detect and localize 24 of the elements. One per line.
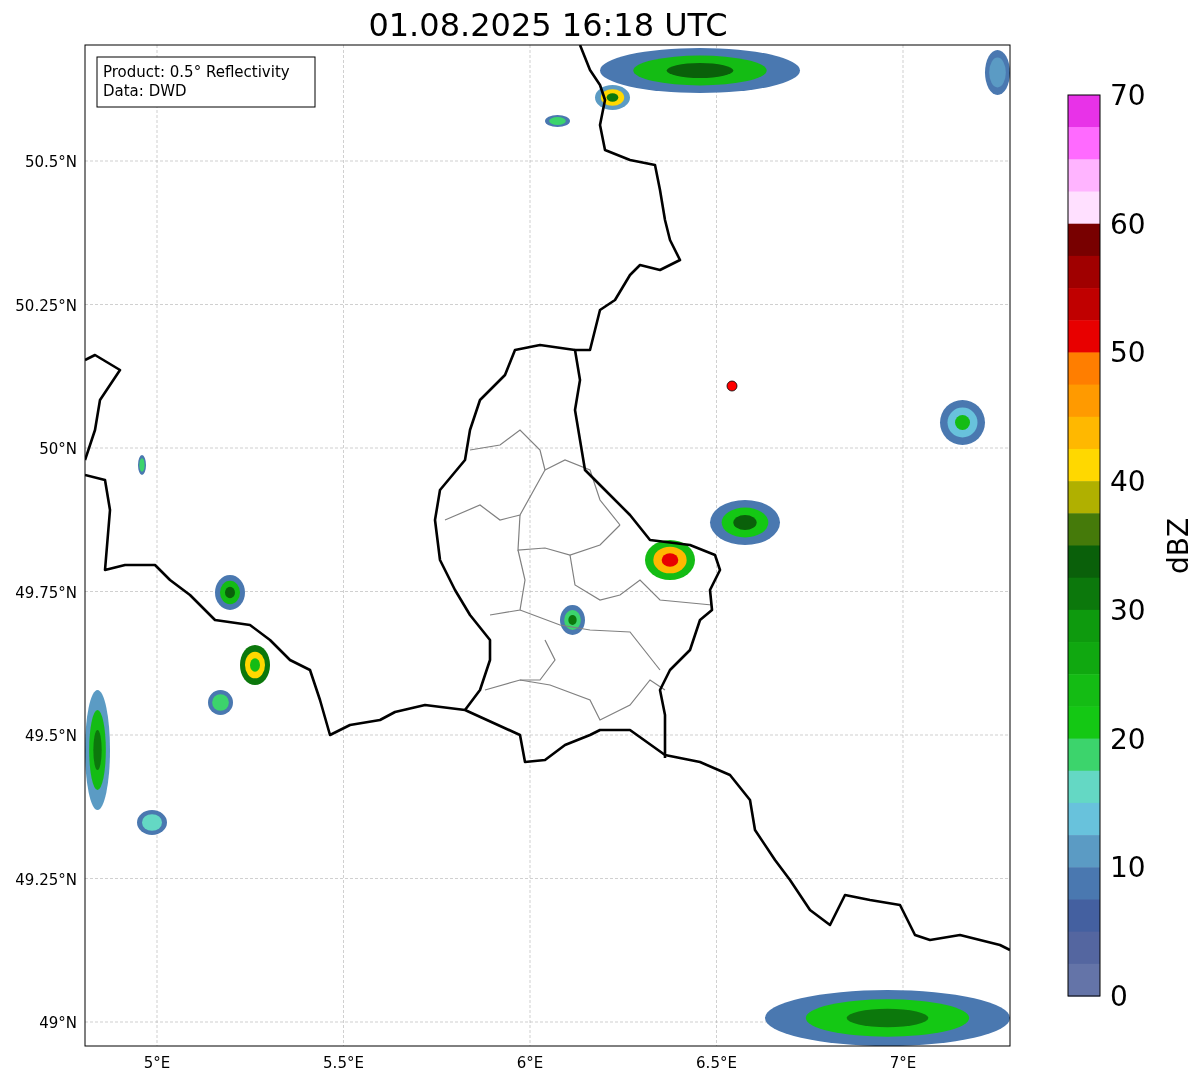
longitude-label: 5.5°E [323,1054,364,1072]
info-text: Product: 0.5° Reflectivity [103,63,290,81]
longitude-label: 5°E [143,1054,171,1072]
latitude-label: 50.25°N [15,296,77,315]
colorbar-tick-label: 50 [1110,336,1146,370]
plot-title: 01.08.2025 16:18 UTC [368,6,728,44]
latitude-label: 49.75°N [15,583,77,602]
latitude-label: 49.5°N [24,727,77,745]
longitude-label: 6°E [516,1054,544,1072]
colorbar-tick-label: 0 [1110,980,1128,1013]
latitude-label: 50.5°N [24,153,77,171]
colorbar-tick-label: 10 [1110,851,1146,885]
latitude-label: 49°N [39,1014,77,1032]
longitude-label: 7°E [889,1054,917,1072]
latitude-label: 49.25°N [15,870,77,889]
latitude-label: 50°N [39,440,77,458]
colorbar-label: dBZ [1162,517,1195,575]
longitude-label: 6.5°E [696,1054,737,1072]
colorbar-tick-label: 40 [1110,465,1146,499]
colorbar-tick-label: 20 [1110,722,1146,756]
colorbar-tick-label: 60 [1110,207,1146,241]
info-text: Data: DWD [103,82,187,100]
colorbar-tick-label: 70 [1110,79,1146,112]
colorbar-tick-label: 30 [1110,593,1146,627]
